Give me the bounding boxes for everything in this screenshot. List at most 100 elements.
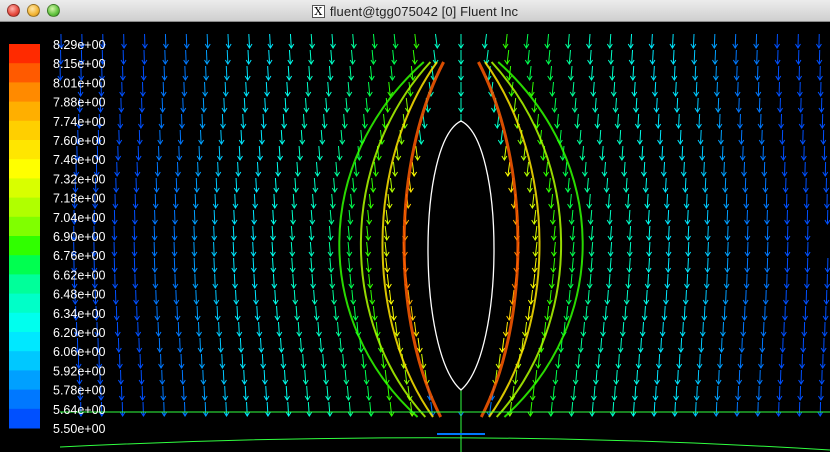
velocity-vector [693, 49, 696, 65]
velocity-vector [746, 257, 749, 273]
colormap-swatch [9, 178, 40, 199]
velocity-vector [699, 353, 701, 369]
colormap-label: 6.20e+00 [53, 326, 106, 340]
velocity-vector [743, 305, 746, 321]
velocity-vector [237, 161, 239, 177]
velocity-vector [247, 49, 250, 65]
velocity-vector [687, 257, 689, 273]
velocity-vector [243, 369, 245, 385]
velocity-vector [176, 161, 179, 177]
velocity-vector [174, 193, 177, 209]
velocity-vector [198, 321, 200, 337]
velocity-vector [675, 385, 678, 401]
velocity-vector [222, 369, 225, 385]
title-bar[interactable]: X fluent@tgg075042 [0] Fluent Inc [0, 0, 830, 22]
velocity-vector [744, 177, 747, 193]
velocity-vector [683, 305, 686, 321]
colormap-swatch [9, 389, 40, 410]
velocity-vector [696, 385, 698, 401]
velocity-vector [707, 225, 709, 241]
velocity-vector [223, 97, 225, 113]
velocity-vector [219, 337, 222, 353]
colormap-swatch [9, 120, 40, 141]
velocity-vector [686, 193, 688, 209]
velocity-vector [707, 241, 709, 257]
velocity-vector [175, 289, 177, 305]
velocity-vector [746, 209, 748, 225]
velocity-vector [714, 49, 717, 65]
velocity-vector [217, 161, 219, 177]
velocity-vector [724, 177, 727, 193]
colormap-swatch [9, 408, 40, 429]
velocity-vector [739, 353, 742, 369]
velocity-vector [243, 97, 246, 113]
velocity-vector [232, 225, 235, 241]
velocity-vector [202, 97, 205, 113]
colormap-label: 6.76e+00 [53, 249, 106, 263]
velocity-vector [726, 209, 729, 225]
velocity-vector [246, 65, 249, 81]
velocity-vector [193, 225, 195, 241]
velocity-vector [203, 385, 206, 401]
velocity-vector [177, 321, 180, 337]
colormap-label: 6.34e+00 [53, 307, 106, 321]
velocity-vector [746, 225, 749, 241]
velocity-vector [700, 129, 702, 145]
velocity-vector [738, 97, 740, 113]
colormap-swatch [9, 332, 40, 352]
velocity-vector [704, 177, 707, 193]
colormap-swatch [9, 312, 40, 333]
velocity-vector [196, 305, 199, 321]
velocity-vector [683, 161, 685, 177]
velocity-vector [715, 401, 718, 417]
velocity-vector [706, 209, 709, 225]
colormap-label: 7.88e+00 [53, 96, 106, 110]
velocity-vector [194, 273, 196, 289]
colormap-label: 5.50e+00 [53, 422, 106, 436]
velocity-vector [740, 129, 743, 145]
colormap-label: 7.18e+00 [53, 192, 106, 206]
velocity-vector [180, 353, 183, 369]
velocity-vector-plot: 8.29e+00 8.15e+00 8.01e+00 7.88e+00 7.74e+00… [0, 22, 830, 452]
velocity-vector [213, 209, 216, 225]
velocity-vector [233, 257, 235, 273]
velocity-vector [181, 369, 184, 385]
velocity-vector [198, 145, 201, 161]
velocity-vector [682, 321, 684, 337]
velocity-vector [686, 273, 689, 289]
velocity-vector [213, 257, 216, 273]
velocity-vector [200, 353, 203, 369]
velocity-vector [224, 81, 227, 97]
velocity-vector [215, 289, 217, 305]
velocity-vector [746, 273, 748, 289]
colormap-legend: 8.29e+00 8.15e+00 8.01e+00 7.88e+00 7.74e+00… [9, 38, 106, 436]
graphics-canvas[interactable]: 8.29e+00 8.15e+00 8.01e+00 7.88e+00 7.74e+00… [0, 22, 830, 452]
velocity-vector [739, 113, 741, 129]
window-title: fluent@tgg075042 [0] Fluent Inc [329, 3, 519, 19]
velocity-vector [173, 257, 176, 273]
velocity-vector [672, 49, 675, 65]
velocity-vector [246, 401, 248, 417]
velocity-vector [204, 401, 207, 417]
velocity-vector [185, 49, 187, 65]
velocity-vector [736, 65, 738, 81]
velocity-vector [736, 401, 738, 417]
velocity-vector [727, 225, 729, 241]
velocity-vector [738, 369, 741, 385]
velocity-vector [734, 33, 737, 49]
velocity-vector [726, 257, 729, 273]
velocity-vector [216, 305, 219, 321]
velocity-vector [224, 385, 226, 401]
velocity-vector [695, 81, 698, 97]
colormap-swatch [9, 63, 40, 83]
velocity-vector [720, 337, 723, 353]
velocity-vector [717, 97, 720, 113]
velocity-vector [233, 209, 236, 225]
velocity-vector [193, 241, 195, 257]
velocity-vector [719, 353, 722, 369]
velocity-vector [687, 225, 690, 241]
velocity-vector [716, 81, 718, 97]
colormap-label: 6.48e+00 [53, 288, 106, 302]
velocity-vector [686, 209, 689, 225]
velocity-vector [702, 321, 704, 337]
